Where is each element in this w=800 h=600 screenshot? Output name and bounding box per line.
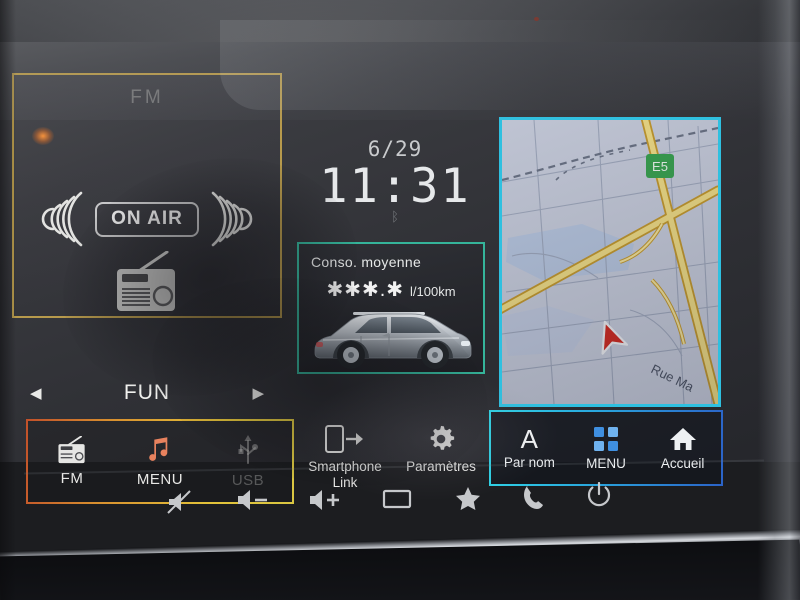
consumption-value: ✱✱✱.✱ xyxy=(326,279,405,301)
volume-up-button[interactable] xyxy=(308,488,342,512)
time-display: 11:31 xyxy=(319,159,471,214)
star-icon xyxy=(456,487,480,510)
on-air-badge: ON AIR xyxy=(95,201,199,237)
grid-menu-icon xyxy=(594,426,618,451)
alphabet-a-icon: A xyxy=(520,424,538,454)
screen-rectangle-icon xyxy=(382,489,412,509)
band-label: FM xyxy=(130,87,164,108)
display-button[interactable] xyxy=(382,488,412,510)
clock-panel: 6/29 11:31 ᛒ xyxy=(300,84,490,232)
phone-handset-icon xyxy=(524,485,543,509)
next-station-button[interactable]: ▶ xyxy=(252,386,264,401)
volume-down-icon xyxy=(238,490,267,510)
station-name: FUN xyxy=(123,381,171,404)
radio-icon xyxy=(117,251,175,311)
on-air-indicator: ON AIR xyxy=(14,183,280,255)
svg-text:E5: E5 xyxy=(652,159,668,174)
bluetooth-icon: ᛒ xyxy=(391,209,399,224)
power-button[interactable] xyxy=(586,482,612,509)
audio-source-panel[interactable]: FM ON AIR xyxy=(12,73,282,318)
radio-icon xyxy=(58,436,85,464)
sound-wave-left-icon xyxy=(41,191,83,247)
power-icon xyxy=(587,482,611,507)
speaker-mute-icon xyxy=(167,490,191,514)
mute-button[interactable] xyxy=(166,490,192,514)
music-note-icon xyxy=(149,437,168,461)
favorites-button[interactable] xyxy=(455,486,481,511)
phone-button[interactable] xyxy=(522,484,546,510)
home-icon xyxy=(669,427,696,450)
volume-up-icon xyxy=(310,490,339,510)
map-canvas[interactable]: E5 Rue Ma xyxy=(502,120,718,404)
consumption-unit: l/100km xyxy=(410,284,456,299)
smartphone-link-icon xyxy=(325,425,363,453)
vehicle-illustration xyxy=(314,312,472,369)
station-selector-row[interactable]: ◀ FUN ▶ xyxy=(12,368,282,418)
gear-icon xyxy=(430,425,455,450)
consumption-title: Conso. moyenne xyxy=(311,254,422,270)
navigation-map-panel[interactable]: E5 Rue Ma xyxy=(499,117,721,407)
indicator-led xyxy=(534,17,539,21)
date-display: 6/29 xyxy=(367,137,423,161)
volume-down-button[interactable] xyxy=(236,488,270,512)
previous-station-button[interactable]: ◀ xyxy=(30,386,42,401)
infotainment-head-unit: FM ON AIR ◀ FUN ▶ FM MENU USB 6/29 11:31… xyxy=(0,0,800,600)
sound-wave-right-icon xyxy=(211,191,253,247)
touchscreen-display[interactable]: FM ON AIR ◀ FUN ▶ FM MENU USB 6/29 11:31… xyxy=(0,42,800,516)
average-consumption-panel[interactable]: Conso. moyenne ✱✱✱.✱ l/100km xyxy=(297,242,485,374)
consumption-value-row: ✱✱✱.✱ l/100km xyxy=(299,277,483,302)
